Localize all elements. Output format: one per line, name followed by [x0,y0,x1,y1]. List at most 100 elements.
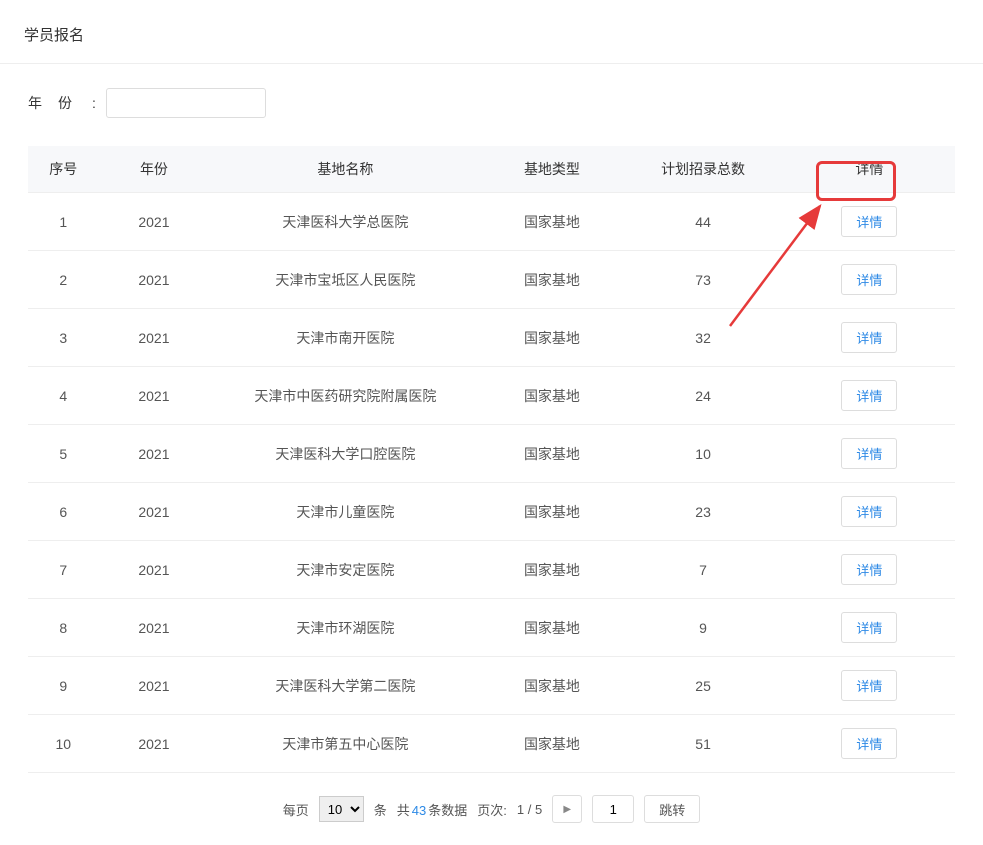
table-row: 22021天津市宝坻区人民医院国家基地73 详情 [28,251,955,309]
cell-count: 10 [622,425,783,483]
detail-button[interactable]: 详情 [841,728,897,759]
cell-year: 2021 [99,541,210,599]
chevron-right-icon: ▶ [563,804,571,815]
next-page-button[interactable]: ▶ [552,795,582,823]
table-row: 12021天津医科大学总医院国家基地44详情 [28,193,955,251]
cell-action: 详情 [784,251,955,309]
cell-type: 国家基地 [481,715,622,773]
cell-action: 详情 [784,193,955,251]
detail-button[interactable]: 详情 [841,264,897,295]
cell-name: 天津市宝坻区人民医院 [209,251,481,309]
per-page-select[interactable]: 10 [319,796,364,822]
cell-action: 详情 [784,483,955,541]
table-row: 42021天津市中医药研究院附属医院国家基地24 详情 [28,367,955,425]
table-row: 82021天津市环湖医院国家基地9 详情 [28,599,955,657]
table-row: 62021天津市儿童医院国家基地23 详情 [28,483,955,541]
cell-year: 2021 [99,483,210,541]
cell-action: 详情 [784,367,955,425]
cell-count: 23 [622,483,783,541]
cell-index: 9 [28,657,99,715]
header-action: 详情 [784,146,955,193]
header-type: 基地类型 [481,146,622,193]
cell-index: 5 [28,425,99,483]
base-table: 序号 年份 基地名称 基地类型 计划招录总数 详情 12021天津医科大学总医院… [28,146,955,773]
cell-count: 9 [622,599,783,657]
header-year: 年份 [99,146,210,193]
page-jump-button[interactable]: 跳转 [644,795,700,823]
cell-name: 天津市儿童医院 [209,483,481,541]
cell-name: 天津市安定医院 [209,541,481,599]
cell-count: 25 [622,657,783,715]
page-index-text: 1 / 5 [517,802,542,817]
detail-button[interactable]: 详情 [841,438,897,469]
cell-year: 2021 [99,599,210,657]
table-header-row: 序号 年份 基地名称 基地类型 计划招录总数 详情 [28,146,955,193]
cell-year: 2021 [99,251,210,309]
filter-bar: 年份 : [0,64,983,126]
cell-name: 天津市环湖医院 [209,599,481,657]
cell-action: 详情 [784,715,955,773]
cell-index: 4 [28,367,99,425]
header-count: 计划招录总数 [622,146,783,193]
cell-type: 国家基地 [481,309,622,367]
cell-type: 国家基地 [481,251,622,309]
cell-index: 2 [28,251,99,309]
detail-button[interactable]: 详情 [841,322,897,353]
cell-index: 1 [28,193,99,251]
detail-button[interactable]: 详情 [841,380,897,411]
cell-action: 详情 [784,541,955,599]
cell-action: 详情 [784,657,955,715]
detail-button[interactable]: 详情 [841,612,897,643]
cell-count: 24 [622,367,783,425]
total-count-text: 共43条数据 [397,800,468,819]
cell-type: 国家基地 [481,425,622,483]
page-jump-input[interactable] [592,795,634,823]
page-index-label: 页次: [477,800,507,819]
cell-count: 73 [622,251,783,309]
year-filter-label: 年份 [28,93,88,113]
cell-name: 天津医科大学总医院 [209,193,481,251]
cell-year: 2021 [99,367,210,425]
table-row: 92021天津医科大学第二医院国家基地25详情 [28,657,955,715]
cell-year: 2021 [99,425,210,483]
year-filter-colon: : [92,95,96,111]
cell-count: 51 [622,715,783,773]
cell-index: 6 [28,483,99,541]
cell-index: 10 [28,715,99,773]
detail-button[interactable]: 详情 [841,496,897,527]
cell-count: 44 [622,193,783,251]
per-page-label: 每页 [283,800,309,819]
per-page-unit: 条 [374,800,387,819]
cell-name: 天津市第五中心医院 [209,715,481,773]
cell-type: 国家基地 [481,193,622,251]
cell-count: 32 [622,309,783,367]
cell-type: 国家基地 [481,599,622,657]
cell-year: 2021 [99,309,210,367]
cell-name: 天津医科大学第二医院 [209,657,481,715]
cell-action: 详情 [784,599,955,657]
cell-type: 国家基地 [481,483,622,541]
cell-year: 2021 [99,715,210,773]
cell-name: 天津市中医药研究院附属医院 [209,367,481,425]
table-row: 52021天津医科大学口腔医院国家基地10 详情 [28,425,955,483]
page-title: 学员报名 [0,0,983,64]
table-row: 32021天津市南开医院国家基地32详情 [28,309,955,367]
header-index: 序号 [28,146,99,193]
table-row: 72021天津市安定医院国家基地7详情 [28,541,955,599]
pagination-bar: 每页 10 条 共43条数据 页次: 1 / 5 ▶ 跳转 [0,773,983,845]
cell-action: 详情 [784,309,955,367]
year-input[interactable] [106,88,266,118]
cell-type: 国家基地 [481,367,622,425]
cell-name: 天津医科大学口腔医院 [209,425,481,483]
table-row: 102021天津市第五中心医院国家基地51 详情 [28,715,955,773]
cell-action: 详情 [784,425,955,483]
detail-button[interactable]: 详情 [841,554,897,585]
cell-type: 国家基地 [481,541,622,599]
cell-index: 3 [28,309,99,367]
cell-year: 2021 [99,657,210,715]
cell-type: 国家基地 [481,657,622,715]
detail-button[interactable]: 详情 [841,206,897,237]
header-name: 基地名称 [209,146,481,193]
cell-count: 7 [622,541,783,599]
cell-index: 8 [28,599,99,657]
